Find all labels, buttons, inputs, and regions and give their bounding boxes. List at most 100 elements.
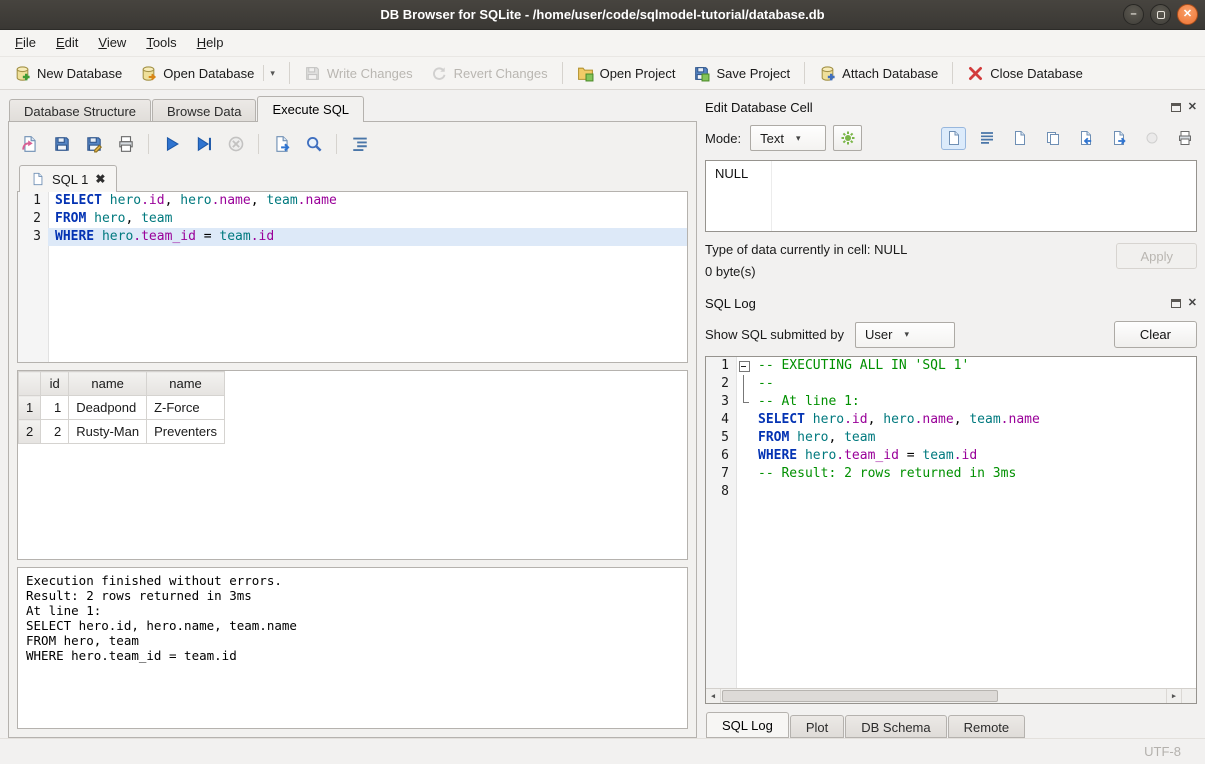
align-justify-button[interactable] bbox=[974, 127, 999, 150]
float-panel-icon[interactable] bbox=[1171, 103, 1181, 112]
open-sql-file-button[interactable] bbox=[17, 132, 42, 157]
column-header-name[interactable]: name bbox=[147, 372, 225, 396]
menu-file[interactable]: File bbox=[5, 32, 46, 54]
menu-view[interactable]: View bbox=[88, 32, 136, 54]
tab-database-structure[interactable]: Database Structure bbox=[9, 99, 151, 122]
scrollbar-track[interactable] bbox=[721, 689, 1166, 703]
title-bar[interactable]: DB Browser for SQLite - /home/user/code/… bbox=[0, 0, 1205, 30]
code-line: 4 SELECT hero.id, hero.name, team.name bbox=[706, 411, 1196, 429]
export-results-button[interactable] bbox=[269, 132, 294, 157]
side-panels: Edit Database Cell ✕ Mode: Text ▾ NULL bbox=[705, 90, 1197, 738]
fold-gutter bbox=[736, 375, 751, 393]
line-number: 4 bbox=[706, 411, 736, 429]
fold-toggle-icon[interactable] bbox=[736, 357, 751, 375]
import-icon bbox=[1078, 130, 1094, 146]
close-panel-icon[interactable]: ✕ bbox=[1188, 298, 1197, 309]
menu-tools[interactable]: Tools bbox=[136, 32, 186, 54]
dock-tab-sql-log[interactable]: SQL Log bbox=[706, 712, 789, 738]
sql-workspace: Database StructureBrowse DataExecute SQL… bbox=[8, 90, 697, 738]
attach-database-button[interactable]: Attach Database bbox=[810, 59, 947, 87]
float-panel-icon[interactable] bbox=[1171, 299, 1181, 308]
toolbar-button-label: Attach Database bbox=[842, 66, 938, 81]
execute-current-line-button[interactable] bbox=[191, 132, 216, 157]
code-text: SELECT hero.id, hero.name, team.name bbox=[751, 411, 1196, 429]
open-project-button[interactable]: Open Project bbox=[568, 59, 685, 87]
menu-edit[interactable]: Edit bbox=[46, 32, 88, 54]
cell-editor[interactable]: NULL bbox=[705, 160, 1197, 232]
close-tab-icon[interactable]: ✖ bbox=[95, 172, 105, 186]
code-text: -- EXECUTING ALL IN 'SQL 1' bbox=[751, 357, 1196, 375]
find-replace-button[interactable] bbox=[301, 132, 326, 157]
code-text: FROM hero, team bbox=[48, 210, 687, 228]
scrollbar-thumb[interactable] bbox=[722, 690, 998, 702]
toolbar-separator bbox=[336, 134, 337, 154]
code-text: -- bbox=[751, 375, 1196, 393]
dock-tab-db-schema[interactable]: DB Schema bbox=[845, 715, 946, 738]
table-cell[interactable]: Z-Force bbox=[147, 396, 225, 420]
copy-button[interactable] bbox=[1040, 127, 1065, 150]
menu-bar: FileEditViewToolsHelp bbox=[0, 30, 1205, 56]
row-header[interactable]: 2 bbox=[19, 420, 41, 444]
table-cell[interactable]: 2 bbox=[41, 420, 69, 444]
code-text: -- At line 1: bbox=[751, 393, 1196, 411]
close-database-icon bbox=[967, 65, 984, 82]
text-document-button[interactable] bbox=[941, 127, 966, 150]
close-panel-icon[interactable]: ✕ bbox=[1188, 102, 1197, 113]
results-table: idnamename11DeadpondZ-Force22Rusty-ManPr… bbox=[18, 371, 225, 444]
row-header[interactable]: 1 bbox=[19, 396, 41, 420]
format-sql-button[interactable] bbox=[347, 132, 372, 157]
dock-tab-remote[interactable]: Remote bbox=[948, 715, 1026, 738]
clear-log-button[interactable]: Clear bbox=[1114, 321, 1197, 348]
sql-tab[interactable]: SQL 1 ✖ bbox=[19, 165, 117, 192]
dropdown-arrow-icon[interactable]: ▾ bbox=[263, 65, 275, 81]
print-cell-button[interactable] bbox=[1172, 127, 1197, 150]
sql-log-view[interactable]: 1-- EXECUTING ALL IN 'SQL 1'2--3-- At li… bbox=[705, 356, 1197, 704]
column-header-id[interactable]: id bbox=[41, 372, 69, 396]
table-cell[interactable]: Preventers bbox=[147, 420, 225, 444]
sql-editor[interactable]: 1SELECT hero.id, hero.name, team.name2FR… bbox=[17, 191, 688, 363]
import-button[interactable] bbox=[1073, 127, 1098, 150]
status-bar: UTF-8 bbox=[0, 738, 1205, 764]
log-filter-select[interactable]: User ▾ bbox=[855, 322, 955, 348]
table-cell[interactable]: Deadpond bbox=[69, 396, 147, 420]
scroll-left-icon[interactable]: ◀ bbox=[706, 689, 721, 703]
minimize-button[interactable]: – bbox=[1123, 4, 1144, 25]
menu-help[interactable]: Help bbox=[187, 32, 234, 54]
print-sql-button[interactable] bbox=[113, 132, 138, 157]
code-line: 3-- At line 1: bbox=[706, 393, 1196, 411]
export-button[interactable] bbox=[1106, 127, 1131, 150]
auto-format-button[interactable] bbox=[833, 125, 862, 151]
code-text: FROM hero, team bbox=[751, 429, 1196, 447]
execute-all-button[interactable] bbox=[159, 132, 184, 157]
table-cell[interactable]: Rusty-Man bbox=[69, 420, 147, 444]
line-number: 8 bbox=[706, 483, 736, 501]
cell-type-text: Type of data currently in cell: NULL bbox=[705, 242, 1116, 257]
cell-mode-row: Mode: Text ▾ bbox=[705, 123, 1197, 153]
save-sql-file-button[interactable] bbox=[49, 132, 74, 157]
code-text: SELECT hero.id, hero.name, team.name bbox=[48, 192, 687, 210]
save-sql-as-button[interactable] bbox=[81, 132, 106, 157]
code-text: WHERE hero.team_id = team.id bbox=[751, 447, 1196, 465]
save-project-button[interactable]: Save Project bbox=[684, 59, 799, 87]
table-cell[interactable]: 1 bbox=[41, 396, 69, 420]
fold-gutter bbox=[736, 393, 751, 411]
maximize-button[interactable] bbox=[1150, 4, 1171, 25]
new-database-button[interactable]: New Database bbox=[5, 59, 131, 87]
tab-execute-sql[interactable]: Execute SQL bbox=[257, 96, 364, 122]
line-number: 2 bbox=[18, 210, 48, 228]
edit-cell-title: Edit Database Cell bbox=[705, 100, 1171, 115]
mode-select[interactable]: Text ▾ bbox=[750, 125, 826, 151]
close-database-button[interactable]: Close Database bbox=[958, 59, 1092, 87]
open-database-button[interactable]: Open Database▾ bbox=[131, 59, 284, 87]
toolbar-separator bbox=[289, 62, 290, 84]
new-document-button[interactable] bbox=[1007, 127, 1032, 150]
dock-tab-plot[interactable]: Plot bbox=[790, 715, 844, 738]
table-row: 22Rusty-ManPreventers bbox=[19, 420, 225, 444]
close-button[interactable]: ✕ bbox=[1177, 4, 1198, 25]
write-changes-button: Write Changes bbox=[295, 59, 422, 87]
fold-gutter bbox=[736, 447, 751, 465]
column-header-name[interactable]: name bbox=[69, 372, 147, 396]
tab-browse-data[interactable]: Browse Data bbox=[152, 99, 256, 122]
horizontal-scrollbar[interactable]: ◀ ▶ bbox=[706, 688, 1196, 703]
scroll-right-icon[interactable]: ▶ bbox=[1166, 689, 1181, 703]
